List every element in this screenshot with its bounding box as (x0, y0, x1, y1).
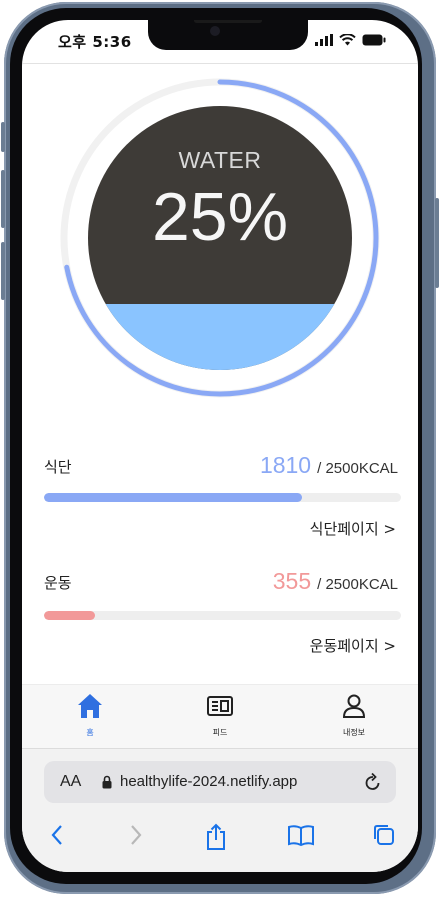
url-text[interactable]: healthylife-2024.netlify.app (120, 773, 297, 790)
notch (148, 20, 308, 50)
volume-up-button (1, 170, 5, 228)
water-title: WATER (178, 147, 262, 173)
exercise-kcal: 355 (272, 568, 312, 594)
diet-page-link[interactable]: 식단페이지 > (310, 518, 396, 539)
tab-feed[interactable]: 피드 (180, 691, 260, 738)
home-icon (78, 694, 102, 718)
exercise-label: 운동 (44, 574, 72, 592)
diet-progress-fill (44, 493, 303, 502)
profile-icon (342, 694, 366, 718)
tabs-icon (374, 825, 394, 845)
screen: 오후 5:36 WATER 25% 식단 1810 / 2500KCAL 식단페… (22, 20, 418, 872)
diet-kcal: 1810 (259, 452, 312, 478)
tab-profile[interactable]: 내정보 (314, 691, 394, 738)
speaker (194, 20, 262, 23)
diet-label: 식단 (44, 458, 72, 476)
power-button (435, 198, 439, 288)
diet-goal: / 2500KCAL (317, 460, 398, 477)
status-time: 오후 5:36 (58, 33, 132, 51)
exercise-page-link[interactable]: 운동페이지 > (310, 635, 396, 656)
bottom-tab-bar: 홈 피드 내정보 (22, 684, 418, 749)
diet-value: 1810 / 2500KCAL (260, 452, 398, 479)
header-divider (22, 63, 418, 64)
tab-home[interactable]: 홈 (50, 691, 130, 738)
status-icons (315, 34, 386, 46)
chevron-left-icon (51, 825, 62, 845)
share-icon (207, 823, 225, 850)
tabs-button[interactable] (372, 823, 396, 851)
battery-icon (362, 34, 386, 46)
exercise-value: 355 / 2500KCAL (273, 568, 398, 595)
front-camera (210, 26, 220, 36)
bookmarks-button[interactable] (287, 823, 315, 851)
diet-progress-track (44, 493, 401, 502)
back-button[interactable] (50, 823, 64, 851)
mute-switch (1, 122, 5, 152)
signal-icon (315, 34, 333, 46)
lock-icon (102, 775, 112, 789)
reload-icon[interactable] (364, 772, 382, 792)
exercise-progress-fill (44, 611, 95, 620)
water-percent: 25% (151, 179, 289, 255)
forward-button[interactable] (129, 823, 143, 851)
chevron-right-icon (131, 825, 142, 845)
feed-icon (207, 696, 233, 716)
tab-profile-label: 내정보 (342, 728, 366, 737)
book-icon (288, 825, 314, 847)
browser-toolbar: AA healthylife-2024.netlify.app (22, 748, 418, 872)
tab-feed-label: 피드 (212, 728, 228, 737)
share-button[interactable] (204, 823, 228, 855)
wifi-icon (339, 34, 356, 46)
address-bar[interactable]: AA healthylife-2024.netlify.app (44, 761, 396, 803)
exercise-progress-track (44, 611, 401, 620)
exercise-goal: / 2500KCAL (317, 576, 398, 593)
browser-nav (22, 823, 418, 853)
volume-down-button (1, 242, 5, 300)
tab-home-label: 홈 (86, 728, 94, 737)
text-size-button[interactable]: AA (60, 773, 81, 791)
